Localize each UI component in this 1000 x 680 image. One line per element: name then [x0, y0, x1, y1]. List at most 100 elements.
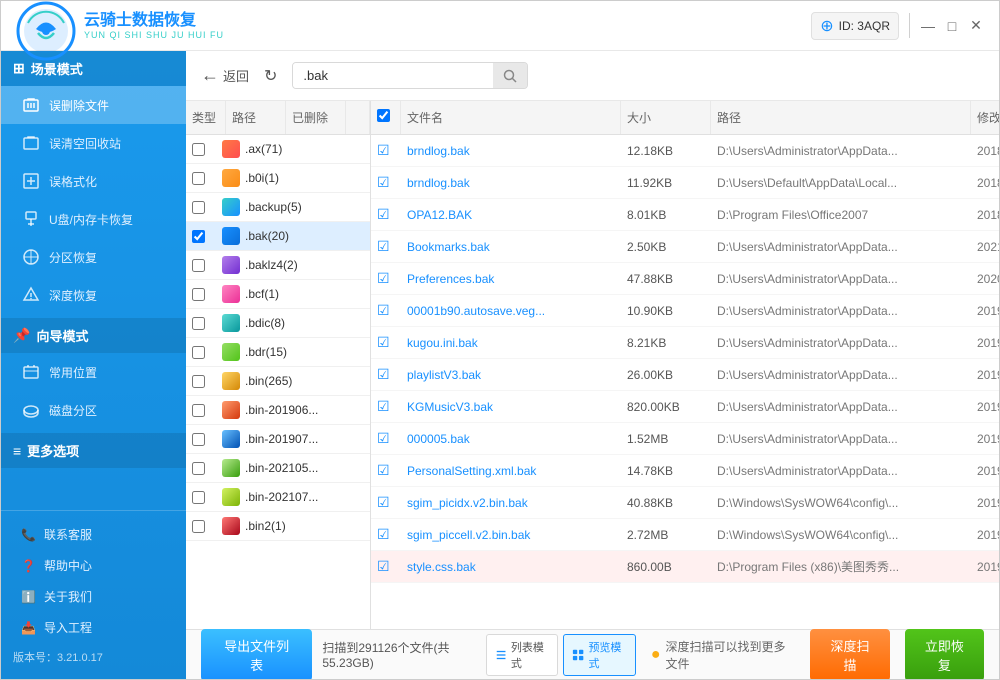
refresh-button[interactable]: ↻	[264, 66, 277, 86]
sidebar-item-disk-partition[interactable]: 磁盘分区	[1, 391, 186, 429]
maximize-button[interactable]: □	[944, 18, 960, 34]
type-row[interactable]: .bin-201907...	[186, 425, 370, 454]
file-row[interactable]: ☑ PersonalSetting.xml.bak 14.78KB D:\Use…	[371, 455, 999, 487]
type-checkbox-bak[interactable]	[192, 230, 205, 243]
type-checkbox[interactable]	[192, 520, 205, 533]
file-row[interactable]: ☑ playlistV3.bak 26.00KB D:\Users\Admini…	[371, 359, 999, 391]
file-row[interactable]: ☑ Bookmarks.bak 2.50KB D:\Users\Administ…	[371, 231, 999, 263]
deep-scan-button[interactable]: 深度扫描	[810, 629, 889, 680]
filepath-col-header: 路径	[711, 101, 971, 134]
sidebar-item-deep-recover[interactable]: 深度恢复	[1, 276, 186, 314]
type-checkbox[interactable]	[192, 491, 205, 504]
file-row[interactable]: ☑ OPA12.BAK 8.01KB D:\Program Files\Offi…	[371, 199, 999, 231]
file-row[interactable]: ☑ style.css.bak 860.00B D:\Program Files…	[371, 551, 999, 583]
file-date-cell: 2019-04-16 02:33:06	[971, 425, 999, 453]
sidebar-item-deleted-files[interactable]: 误删除文件	[1, 86, 186, 124]
file-checked-icon[interactable]: ☑	[377, 302, 390, 318]
separator	[909, 13, 910, 38]
file-checkbox-cell: ☑	[371, 487, 401, 518]
file-row[interactable]: ☑ brndlog.bak 12.18KB D:\Users\Administr…	[371, 135, 999, 167]
type-checkbox[interactable]	[192, 346, 205, 359]
title-bar-right: ⊕ ID: 3AQR — □ ✕	[811, 12, 984, 40]
file-checked-icon[interactable]: ☑	[377, 398, 390, 414]
type-row[interactable]: .bin-202107...	[186, 483, 370, 512]
file-checked-icon[interactable]: ☑	[377, 494, 390, 510]
file-checked-icon[interactable]: ☑	[377, 142, 390, 158]
file-size-cell: 14.78KB	[621, 457, 711, 485]
version-label: 版本号：3.21.0.17	[1, 643, 186, 671]
select-all-checkbox[interactable]	[377, 109, 390, 122]
type-file-icon	[222, 488, 240, 506]
sidebar-item-import[interactable]: 📥 导入工程	[1, 612, 186, 643]
type-file-icon-bak	[222, 227, 240, 245]
type-row[interactable]: .bin2(1)	[186, 512, 370, 541]
type-row[interactable]: .bin-202105...	[186, 454, 370, 483]
type-row[interactable]: .bdic(8)	[186, 309, 370, 338]
file-checked-icon[interactable]: ☑	[377, 526, 390, 542]
file-row[interactable]: ☑ KGMusicV3.bak 820.00KB D:\Users\Admini…	[371, 391, 999, 423]
view-mode-selector: 列表模式 预览模式	[486, 634, 636, 676]
type-checkbox[interactable]	[192, 433, 205, 446]
type-row[interactable]: .bin(265)	[186, 367, 370, 396]
type-checkbox[interactable]	[192, 375, 205, 388]
type-row[interactable]: .bdr(15)	[186, 338, 370, 367]
file-row[interactable]: ☑ sgim_piccell.v2.bin.bak 2.72MB D:\Wind…	[371, 519, 999, 551]
export-button[interactable]: 导出文件列表	[201, 629, 312, 680]
search-input[interactable]	[293, 63, 493, 88]
file-checked-icon[interactable]: ☑	[377, 430, 390, 446]
file-checked-icon[interactable]: ☑	[377, 334, 390, 350]
sidebar-item-format[interactable]: 误格式化	[1, 162, 186, 200]
sidebar-item-contact[interactable]: 📞 联系客服	[1, 519, 186, 550]
partition-icon	[21, 247, 41, 267]
file-checked-icon[interactable]: ☑	[377, 206, 390, 222]
file-size-cell: 10.90KB	[621, 297, 711, 325]
file-row[interactable]: ☑ 00001b90.autosave.veg... 10.90KB D:\Us…	[371, 295, 999, 327]
type-row[interactable]: .b0i(1)	[186, 164, 370, 193]
file-checked-icon[interactable]: ☑	[377, 366, 390, 382]
back-button[interactable]: ← 返回	[201, 65, 249, 86]
file-date-cell: 2018-11-13 04:19:40	[971, 137, 999, 165]
preview-view-button[interactable]: 预览模式	[563, 634, 636, 676]
file-checked-icon[interactable]: ☑	[377, 238, 390, 254]
format-icon	[21, 171, 41, 191]
type-row[interactable]: .bcf(1)	[186, 280, 370, 309]
sidebar-item-usb[interactable]: U盘/内存卡恢复	[1, 200, 186, 238]
file-row[interactable]: ☑ brndlog.bak 11.92KB D:\Users\Default\A…	[371, 167, 999, 199]
type-row[interactable]: .backup(5)	[186, 193, 370, 222]
type-checkbox[interactable]	[192, 462, 205, 475]
file-row-preferences[interactable]: ☑ Preferences.bak 47.88KB D:\Users\Admin…	[371, 263, 999, 295]
type-checkbox[interactable]	[192, 201, 205, 214]
sidebar: ⊞ 场景模式 误删除文件 误清空回收站	[1, 51, 186, 679]
type-checkbox[interactable]	[192, 143, 205, 156]
type-row[interactable]: .baklz4(2)	[186, 251, 370, 280]
file-row[interactable]: ☑ sgim_picidx.v2.bin.bak 40.88KB D:\Wind…	[371, 487, 999, 519]
file-row[interactable]: ☑ kugou.ini.bak 8.21KB D:\Users\Administ…	[371, 327, 999, 359]
recover-button[interactable]: 立即恢复	[905, 629, 984, 680]
type-row[interactable]: .bin-201906...	[186, 396, 370, 425]
sidebar-item-recycle-bin[interactable]: 误清空回收站	[1, 124, 186, 162]
type-checkbox[interactable]	[192, 259, 205, 272]
sidebar-item-about[interactable]: ℹ️ 关于我们	[1, 581, 186, 612]
file-checked-icon[interactable]: ☑	[377, 462, 390, 478]
back-arrow-icon: ←	[201, 65, 219, 86]
sidebar-item-partition[interactable]: 分区恢复	[1, 238, 186, 276]
search-button[interactable]	[493, 63, 527, 88]
deleted-files-icon	[21, 95, 41, 115]
sidebar-item-help[interactable]: ❓ 帮助中心	[1, 550, 186, 581]
file-row[interactable]: ☑ 000005.bak 1.52MB D:\Users\Administrat…	[371, 423, 999, 455]
type-row[interactable]: .ax(71)	[186, 135, 370, 164]
file-name-cell: style.css.bak	[401, 553, 621, 581]
file-date-cell: 2018-11-13 04:23:04	[971, 201, 999, 229]
file-checked-icon[interactable]: ☑	[377, 270, 390, 286]
type-checkbox[interactable]	[192, 288, 205, 301]
minimize-button[interactable]: —	[920, 18, 936, 34]
type-checkbox[interactable]	[192, 404, 205, 417]
file-checked-icon[interactable]: ☑	[377, 558, 390, 574]
type-checkbox[interactable]	[192, 172, 205, 185]
close-button[interactable]: ✕	[968, 18, 984, 34]
list-view-button[interactable]: 列表模式	[486, 634, 559, 676]
sidebar-item-common-location[interactable]: 常用位置	[1, 353, 186, 391]
type-row-bak[interactable]: .bak(20)	[186, 222, 370, 251]
type-checkbox[interactable]	[192, 317, 205, 330]
file-checked-icon[interactable]: ☑	[377, 174, 390, 190]
